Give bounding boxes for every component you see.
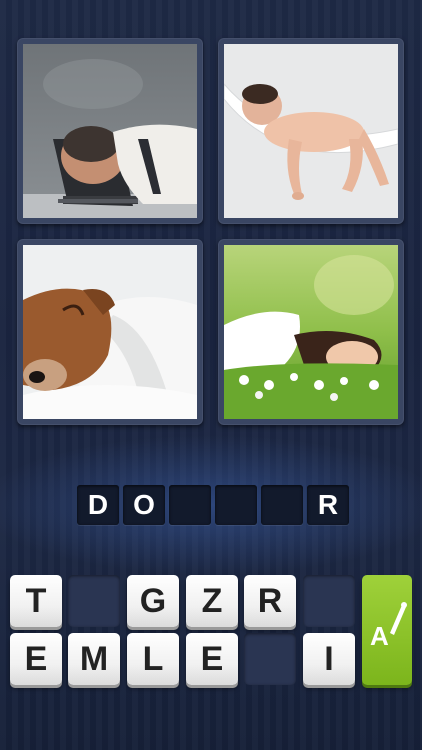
letter-key[interactable]: E (10, 633, 62, 685)
baby-hammock-picture (224, 44, 398, 218)
answer-slot-3[interactable] (169, 485, 211, 525)
picture-tile-4[interactable] (218, 239, 404, 425)
hint-letter: A (370, 621, 389, 651)
empty-key-slot (244, 633, 296, 685)
letter-key[interactable]: T (10, 575, 62, 627)
man-laptop-picture (23, 44, 197, 218)
hint-button[interactable]: A (362, 575, 412, 685)
empty-key-slot (303, 575, 355, 627)
empty-key-slot (68, 575, 120, 627)
answer-slot-6[interactable]: R (307, 485, 349, 525)
picture-tile-1[interactable] (17, 38, 203, 224)
letter-key[interactable]: Z (186, 575, 238, 627)
letter-key[interactable]: R (244, 575, 296, 627)
answer-slot-2[interactable]: O (123, 485, 165, 525)
magic-wand-letter-icon: A (362, 575, 412, 685)
letter-key[interactable]: E (186, 633, 238, 685)
answer-slot-1[interactable]: D (77, 485, 119, 525)
letter-key[interactable]: G (127, 575, 179, 627)
picture-tile-3[interactable] (17, 239, 203, 425)
picture-tile-2[interactable] (218, 38, 404, 224)
dog-bed-picture (23, 245, 197, 419)
letter-key[interactable]: L (127, 633, 179, 685)
letter-key[interactable]: I (303, 633, 355, 685)
answer-slot-5[interactable] (261, 485, 303, 525)
answer-slot-4[interactable] (215, 485, 257, 525)
woman-grass-picture (224, 245, 398, 419)
letter-key[interactable]: M (68, 633, 120, 685)
